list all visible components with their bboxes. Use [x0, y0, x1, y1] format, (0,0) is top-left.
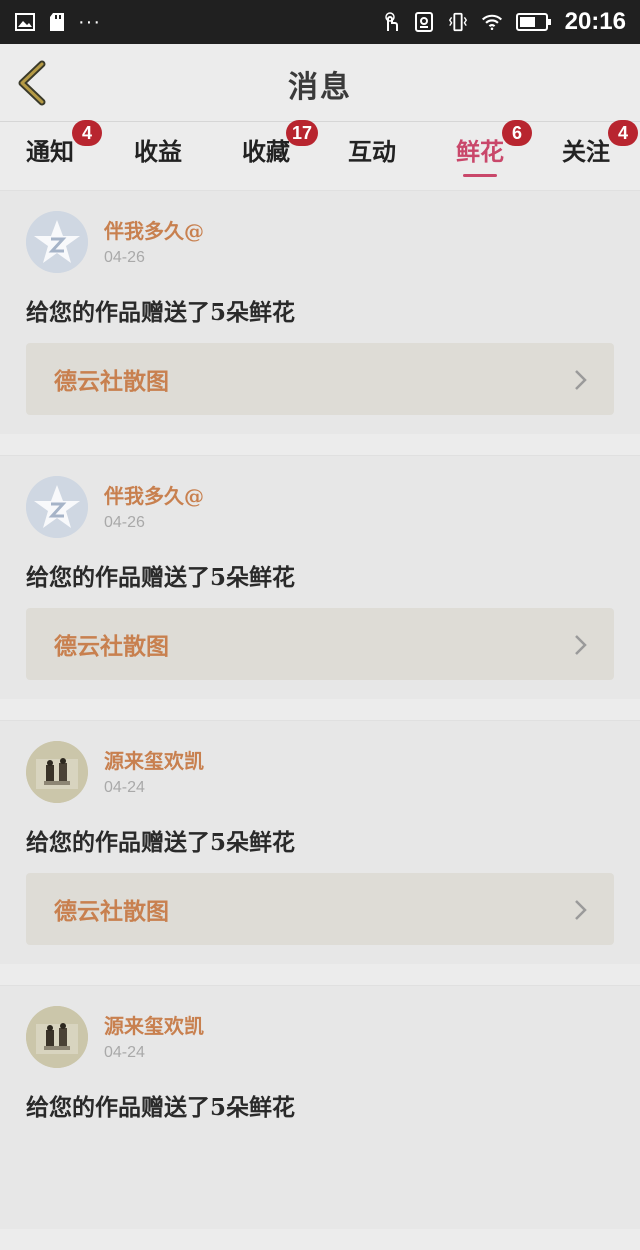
message-text: 给您的作品赠送了5朵鲜花 [26, 1094, 296, 1121]
work-title: 德云社散图 [54, 898, 169, 925]
tab-bar: 通知 4 收益 收藏 17 互动 鲜花 6 关注 4 [0, 120, 640, 180]
list-item: 源来玺欢凯 04-24 给您的作品赠送了5朵鲜花 德云社散图 [0, 720, 640, 964]
tab-label: 关注 [562, 137, 610, 166]
message-date: 04-26 [104, 249, 145, 266]
avatar[interactable] [26, 211, 88, 273]
message-text: 给您的作品赠送了5朵鲜花 [26, 564, 296, 591]
clock: 20:16 [564, 8, 626, 35]
photo-avatar [26, 1006, 88, 1068]
app-header: 消息 [0, 44, 640, 122]
list-item: 源来玺欢凯 04-24 给您的作品赠送了5朵鲜花 [0, 985, 640, 1229]
wifi-icon [481, 11, 503, 33]
unread-badge: 4 [608, 120, 638, 146]
active-tab-indicator [463, 174, 497, 177]
work-link[interactable]: 德云社散图 [26, 608, 614, 680]
default-avatar-icon [26, 476, 88, 538]
avatar[interactable] [26, 1006, 88, 1068]
chevron-right-icon [575, 635, 587, 655]
username[interactable]: 伴我多久@ [104, 215, 204, 244]
username[interactable]: 源来玺欢凯 [104, 1010, 204, 1039]
tab-interactions[interactable]: 互动 [348, 132, 396, 180]
photo-avatar [26, 741, 88, 803]
tab-flowers[interactable]: 鲜花 6 [456, 120, 532, 180]
message-date: 04-26 [104, 514, 145, 531]
tab-favorites[interactable]: 收藏 17 [242, 120, 319, 180]
tab-label: 互动 [348, 137, 396, 166]
default-avatar-icon [26, 211, 88, 273]
message-list: 伴我多久@ 04-26 给您的作品赠送了5朵鲜花 德云社散图 伴我多久@ 04-… [0, 190, 640, 1250]
battery-icon [515, 11, 553, 33]
more-notifications-indicator: ··· [78, 10, 101, 33]
unread-badge: 4 [72, 120, 102, 146]
tab-notifications[interactable]: 通知 4 [26, 120, 102, 180]
message-date: 04-24 [104, 779, 145, 796]
username[interactable]: 伴我多久@ [104, 480, 204, 509]
tab-label: 通知 [26, 137, 74, 166]
tab-earnings[interactable]: 收益 [134, 132, 182, 180]
tab-follows[interactable]: 关注 4 [562, 120, 638, 180]
tab-label: 鲜花 [456, 137, 504, 166]
chevron-right-icon [575, 900, 587, 920]
work-title: 德云社散图 [54, 633, 169, 660]
list-item: 伴我多久@ 04-26 给您的作品赠送了5朵鲜花 德云社散图 [0, 190, 640, 434]
username[interactable]: 源来玺欢凯 [104, 745, 204, 774]
chevron-right-icon [575, 370, 587, 390]
touch-icon [379, 11, 401, 33]
message-date: 04-24 [104, 1044, 145, 1061]
unread-badge: 6 [502, 120, 532, 146]
tab-label: 收藏 [242, 137, 290, 166]
message-text: 给您的作品赠送了5朵鲜花 [26, 829, 296, 856]
message-text: 给您的作品赠送了5朵鲜花 [26, 299, 296, 326]
page-title: 消息 [288, 70, 352, 105]
tab-label: 收益 [134, 137, 182, 166]
sd-card-icon [46, 11, 68, 33]
list-item: 伴我多久@ 04-26 给您的作品赠送了5朵鲜花 德云社散图 [0, 455, 640, 699]
work-link[interactable]: 德云社散图 [26, 343, 614, 415]
storage-icon [413, 11, 435, 33]
vibrate-icon [447, 11, 469, 33]
avatar[interactable] [26, 741, 88, 803]
image-icon [14, 11, 36, 33]
work-link[interactable]: 德云社散图 [26, 873, 614, 945]
status-bar: ··· 20:16 [0, 0, 640, 44]
unread-badge: 17 [286, 120, 319, 146]
work-title: 德云社散图 [54, 368, 169, 395]
avatar[interactable] [26, 476, 88, 538]
